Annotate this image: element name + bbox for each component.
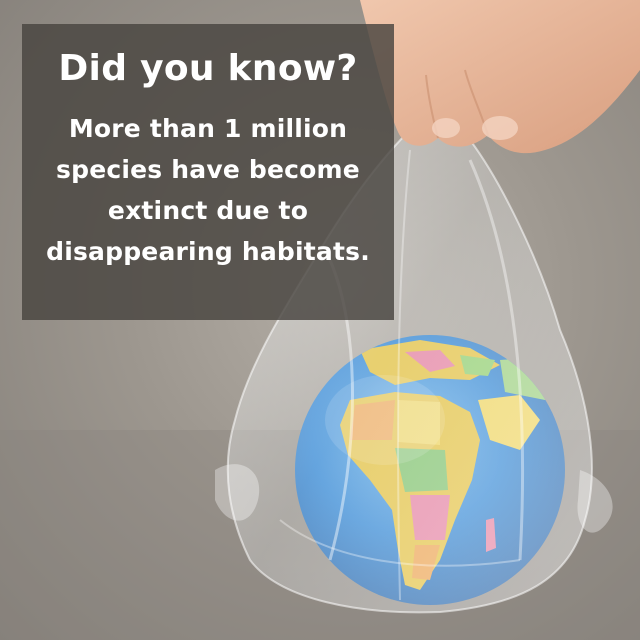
fact-line-2: species have become (56, 155, 360, 184)
fact-line-3: extinct due to (107, 196, 309, 225)
fact-caption-box: Did you know? More than 1 million specie… (22, 24, 394, 320)
infographic-card: Did you know? More than 1 million specie… (0, 0, 640, 640)
hand-icon (360, 0, 640, 154)
fact-line-4: disappearing habitats. (46, 237, 370, 266)
fact-line-1: More than 1 million (68, 114, 348, 143)
fact-text: More than 1 million species have become … (22, 108, 394, 272)
headline: Did you know? (58, 48, 358, 89)
